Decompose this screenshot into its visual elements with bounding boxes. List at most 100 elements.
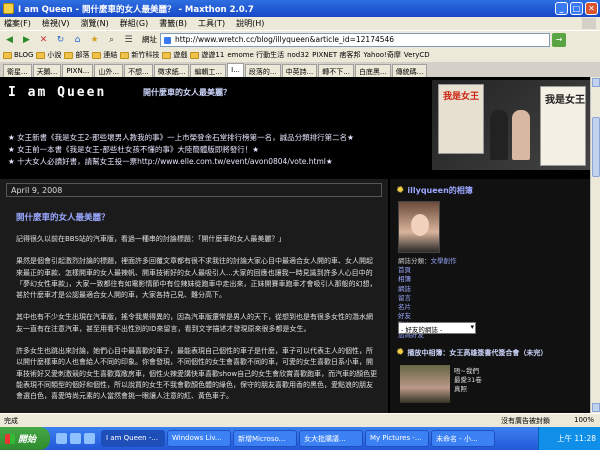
forward-icon[interactable]: ▶ [19,33,34,47]
sidebar-link-blog[interactable]: 網誌 [398,285,457,294]
stop-icon[interactable]: ✕ [36,33,51,47]
close-button[interactable]: ✕ [585,2,598,15]
search-icon[interactable]: ⌕ [104,33,119,47]
taskbar-item[interactable]: Windows Liv... [167,430,231,447]
post-body: 記得很久以前在BBS站的汽車版，看過一種串的討論標題：「開什麼車的女人最美麗？」… [16,234,378,413]
browser-tab[interactable]: 衛星... [3,64,32,77]
menu-view[interactable]: 檢視(V) [42,18,70,29]
status-bar: 完成 沒有廣告被封鎖 100% [0,413,600,427]
taskbar: 開始 I am Queen -... Windows Liv... 新增Micr… [0,427,600,450]
maximize-button[interactable]: □ [570,2,583,15]
taskbar-item[interactable]: 新增Microso... [233,430,297,447]
bookmark-item[interactable]: 小說 [36,50,61,60]
taskbar-item[interactable]: My Pictures -... [365,430,429,447]
back-icon[interactable]: ◀ [2,33,17,47]
browser-tab[interactable]: 徵求紙... [153,64,190,77]
blog-post: April 9, 2008 開什麼車的女人最美麗？ 記得很久以前在BBS站的汽車… [0,179,388,413]
taskbar-item[interactable]: 女大批購議... [299,430,363,447]
clock[interactable]: 上午 11:28 [557,433,596,444]
blog-title[interactable]: I am Queen [8,85,106,100]
book-cover-2: 我是女王 [540,86,586,166]
tab-strip: 衛星... 天鵝... PIXN... 山外... 不想... 徵求紙... 編… [0,62,600,77]
start-button[interactable]: 開始 [0,427,50,450]
star-icon: ✹ [396,347,405,358]
zoom-level[interactable]: 100% [574,416,594,424]
browser-tab[interactable]: 天鵝... [32,64,62,77]
sidebar-link-card[interactable]: 名片 [398,303,457,312]
refresh-icon[interactable]: ↻ [53,33,68,47]
browser-tab[interactable]: 轉不下... [318,64,354,77]
minimize-button[interactable]: _ [555,2,568,15]
book-cover-1: 我是女王 [438,84,484,154]
browser-tab[interactable]: 不想... [124,64,153,77]
menu-bookmarks[interactable]: 書籤(B) [159,18,187,29]
bookmark-item[interactable]: Yahoo!奇摩 [363,50,400,60]
folder-icon [36,51,46,59]
browser-tab[interactable]: 中英詩... [281,64,318,77]
friend-blog-select[interactable]: - 好友的網誌 - [398,322,476,334]
profile-heading: ✹ illyqueen的相簿 [396,185,473,196]
bookmark-item[interactable]: 遊戲 [162,50,187,60]
figure-silhouette [490,110,508,160]
taskbar-item[interactable]: 未命名 - 小... [431,430,495,447]
folder-icon [120,51,130,59]
system-tray: 上午 11:28 [538,427,600,450]
book-cover-banner: 我是女王 我是女王 [432,80,590,170]
bookmark-item[interactable]: 部落 [64,50,89,60]
bookmark-item[interactable]: PIXNET 痞客邦 [312,50,360,60]
media-heading: ✹ 播放中相簿：女王高雄簽書代簽合會（未完） [396,347,548,358]
go-button[interactable]: → [552,32,566,47]
bookmark-item[interactable]: emome 行動生活 [227,50,284,60]
sidebar-link-guestbook[interactable]: 留言 [398,294,457,303]
bookmark-item[interactable]: 新竹科技 [120,50,159,60]
post-paragraph: 許多女生也跳出來討論，她們心目中最喜歡的車子，最能表現自己個性的車子是什麼，車子… [16,347,378,401]
sidebar-link-album[interactable]: 相簿 [398,275,457,284]
figure-silhouette [512,110,530,160]
bookmark-item[interactable]: 連結 [92,50,117,60]
menu-overflow-icon[interactable] [582,18,596,29]
address-input[interactable]: http://www.wretch.cc/blog/illyqueen&arti… [160,32,550,47]
folder-icon [92,51,102,59]
bookmark-item[interactable]: nod32 [287,51,309,59]
window-controls: _ □ ✕ [555,2,598,15]
status-text: 完成 [4,416,18,425]
quicklaunch-icon[interactable] [84,433,95,444]
vertical-scrollbar[interactable] [590,77,600,413]
taskbar-item[interactable]: I am Queen -... [101,430,165,447]
scroll-thumb[interactable] [592,117,600,177]
blog-subtitle: 開什麼車的女人最美麗？ [143,88,231,97]
browser-tab[interactable]: 山外... [94,64,124,77]
promo-line-3[interactable]: ★ 十大女人必讀好書，請幫女王投一票http://www.elle.com.tw… [8,156,333,167]
category-link[interactable]: 文學創作 [431,257,457,265]
home-icon[interactable]: ⌂ [70,33,85,47]
bookmark-item[interactable]: VeryCD [404,51,430,59]
scroll-up-icon[interactable] [592,78,600,87]
menu-help[interactable]: 說明(H) [236,18,264,29]
scroll-down-icon[interactable] [592,403,600,412]
blog-header: I am Queen 開什麼車的女人最美麗？ ★ 女王新書《我是女王2-那些壞男… [0,77,590,172]
address-label: 網址 [142,35,157,44]
menu-file[interactable]: 檔案(F) [4,18,31,29]
favorites-icon[interactable]: ★ [87,33,102,47]
menu-group[interactable]: 群組(G) [120,18,148,29]
avatar[interactable] [398,201,440,253]
browser-tab-active[interactable]: I... [227,63,244,77]
browser-tab[interactable]: 傳統碼... [391,64,428,77]
browser-tab[interactable]: 段落的... [244,64,281,77]
post-date: April 9, 2008 [6,183,382,197]
folder-icon [190,51,200,59]
menu-tools[interactable]: 工具(T) [198,18,225,29]
bookmark-item[interactable]: BLOG [3,51,33,59]
bookmark-item[interactable]: 遊遊11 [190,50,224,60]
folder-icon [64,51,74,59]
quicklaunch-icon[interactable] [70,433,81,444]
browser-tab[interactable]: PIXN... [62,64,94,77]
quicklaunch-icon[interactable] [56,433,67,444]
browser-tab[interactable]: 編輯工... [190,64,227,77]
album-thumbnail[interactable] [400,365,450,403]
history-icon[interactable]: ☰ [121,33,136,47]
album-caption: 唔~我們 最愛31卷 真照 [454,367,482,393]
browser-tab[interactable]: 白底黑... [354,64,391,77]
post-title[interactable]: 開什麼車的女人最美麗？ [16,211,110,223]
menu-browse[interactable]: 瀏覽(N) [81,18,109,29]
